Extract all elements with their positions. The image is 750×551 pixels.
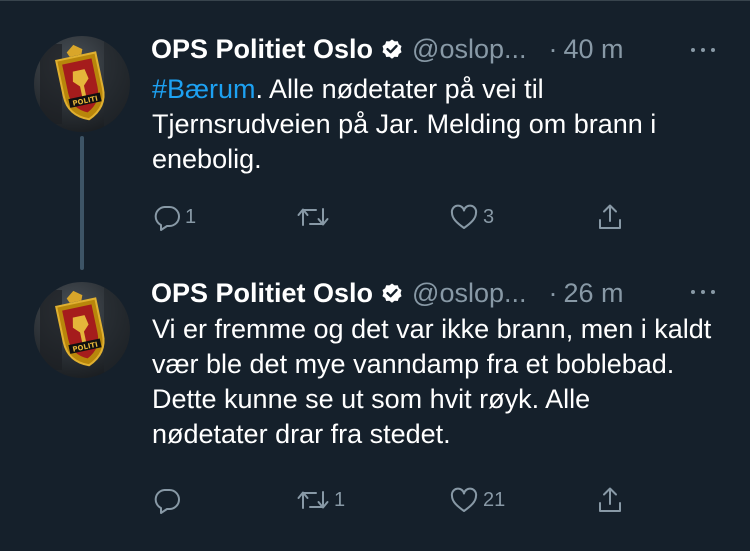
- more-icon[interactable]: [690, 287, 716, 297]
- tweet-text: #Bærum. Alle nødetater på vei til Tjerns…: [152, 72, 712, 177]
- author-handle[interactable]: @oslop...: [412, 278, 526, 309]
- share-button[interactable]: [596, 197, 624, 237]
- avatar[interactable]: POLITI: [34, 36, 130, 132]
- verified-badge-icon: [380, 281, 404, 305]
- like-count: 21: [483, 488, 506, 511]
- share-icon: [599, 204, 621, 229]
- action-bar: 1 3: [0, 197, 750, 237]
- avatar[interactable]: POLITI: [34, 282, 130, 378]
- reply-icon: [154, 489, 180, 514]
- reply-button[interactable]: [153, 480, 185, 520]
- retweet-button[interactable]: [296, 197, 334, 237]
- tweet[interactable]: POLITI OPS Politiet Oslo @oslop... · 26 …: [0, 270, 750, 551]
- tweet-text: Vi er fremme og det var ikke brann, men …: [152, 314, 712, 449]
- separator: ·: [548, 277, 558, 308]
- tweet-header: OPS Politiet Oslo @oslop... · 26 m: [151, 277, 624, 309]
- tweet-header: OPS Politiet Oslo @oslop... · 40 m: [151, 33, 624, 65]
- author-handle[interactable]: @oslop...: [412, 34, 526, 65]
- verified-badge-icon: [380, 37, 404, 61]
- like-icon: [450, 204, 478, 229]
- reply-count: 1: [185, 205, 197, 228]
- reply-icon: [154, 206, 180, 231]
- like-button[interactable]: 21: [449, 480, 505, 520]
- author-name[interactable]: OPS Politiet Oslo: [151, 34, 373, 65]
- tweet[interactable]: POLITI OPS Politiet Oslo @oslop... · 40 …: [0, 0, 750, 270]
- share-icon: [599, 487, 621, 512]
- like-count: 3: [483, 205, 495, 228]
- timestamp[interactable]: 40 m: [564, 34, 624, 65]
- timestamp[interactable]: 26 m: [564, 278, 624, 309]
- retweet-icon: [297, 208, 329, 226]
- retweet-count: 1: [334, 488, 346, 511]
- share-button[interactable]: [596, 480, 624, 520]
- retweet-button[interactable]: 1: [296, 480, 345, 520]
- author-name[interactable]: OPS Politiet Oslo: [151, 278, 373, 309]
- more-icon[interactable]: [690, 45, 716, 55]
- retweet-icon: [297, 491, 329, 509]
- like-icon: [450, 487, 478, 512]
- action-bar: 1 21: [0, 480, 750, 520]
- like-button[interactable]: 3: [449, 197, 494, 237]
- hashtag-link[interactable]: #Bærum: [152, 74, 256, 104]
- separator: ·: [548, 33, 558, 64]
- reply-button[interactable]: 1: [153, 197, 196, 237]
